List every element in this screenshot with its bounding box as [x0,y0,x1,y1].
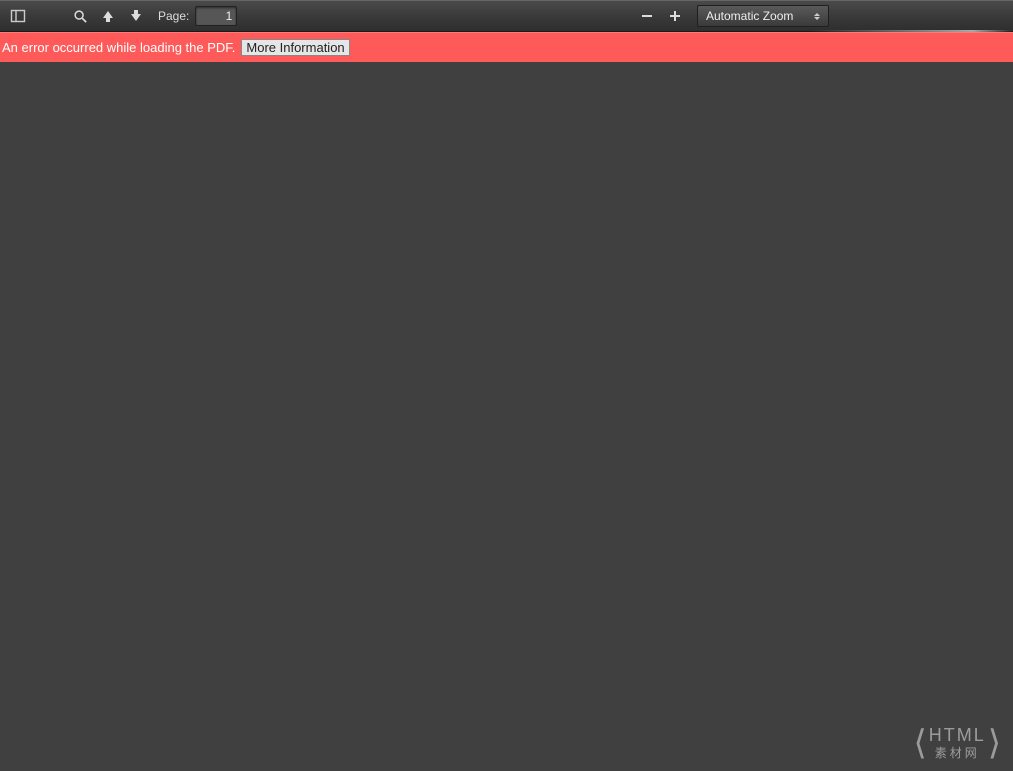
zoom-in-button[interactable] [662,4,688,28]
next-page-button[interactable] [123,4,149,28]
arrow-up-icon [101,9,115,23]
page-label: Page: [158,9,189,23]
panel-icon [10,8,26,24]
error-bar: An error occurred while loading the PDF.… [0,32,1013,62]
sidebar-toggle-button[interactable] [5,4,31,28]
search-icon [73,9,88,24]
zoom-select[interactable]: Automatic Zoom [697,5,829,27]
minus-icon [640,9,654,23]
chevron-updown-icon [810,6,824,26]
zoom-select-value: Automatic Zoom [706,9,793,23]
error-message: An error occurred while loading the PDF. [2,40,235,55]
plus-icon [668,9,682,23]
zoom-out-button[interactable] [634,4,660,28]
previous-page-button[interactable] [95,4,121,28]
viewer-area [0,66,1013,771]
toolbar: Page: Automatic Zoom [0,0,1013,32]
page-number-input[interactable] [195,6,237,26]
find-button[interactable] [67,4,93,28]
arrow-down-icon [129,9,143,23]
more-information-button[interactable]: More Information [241,39,349,56]
